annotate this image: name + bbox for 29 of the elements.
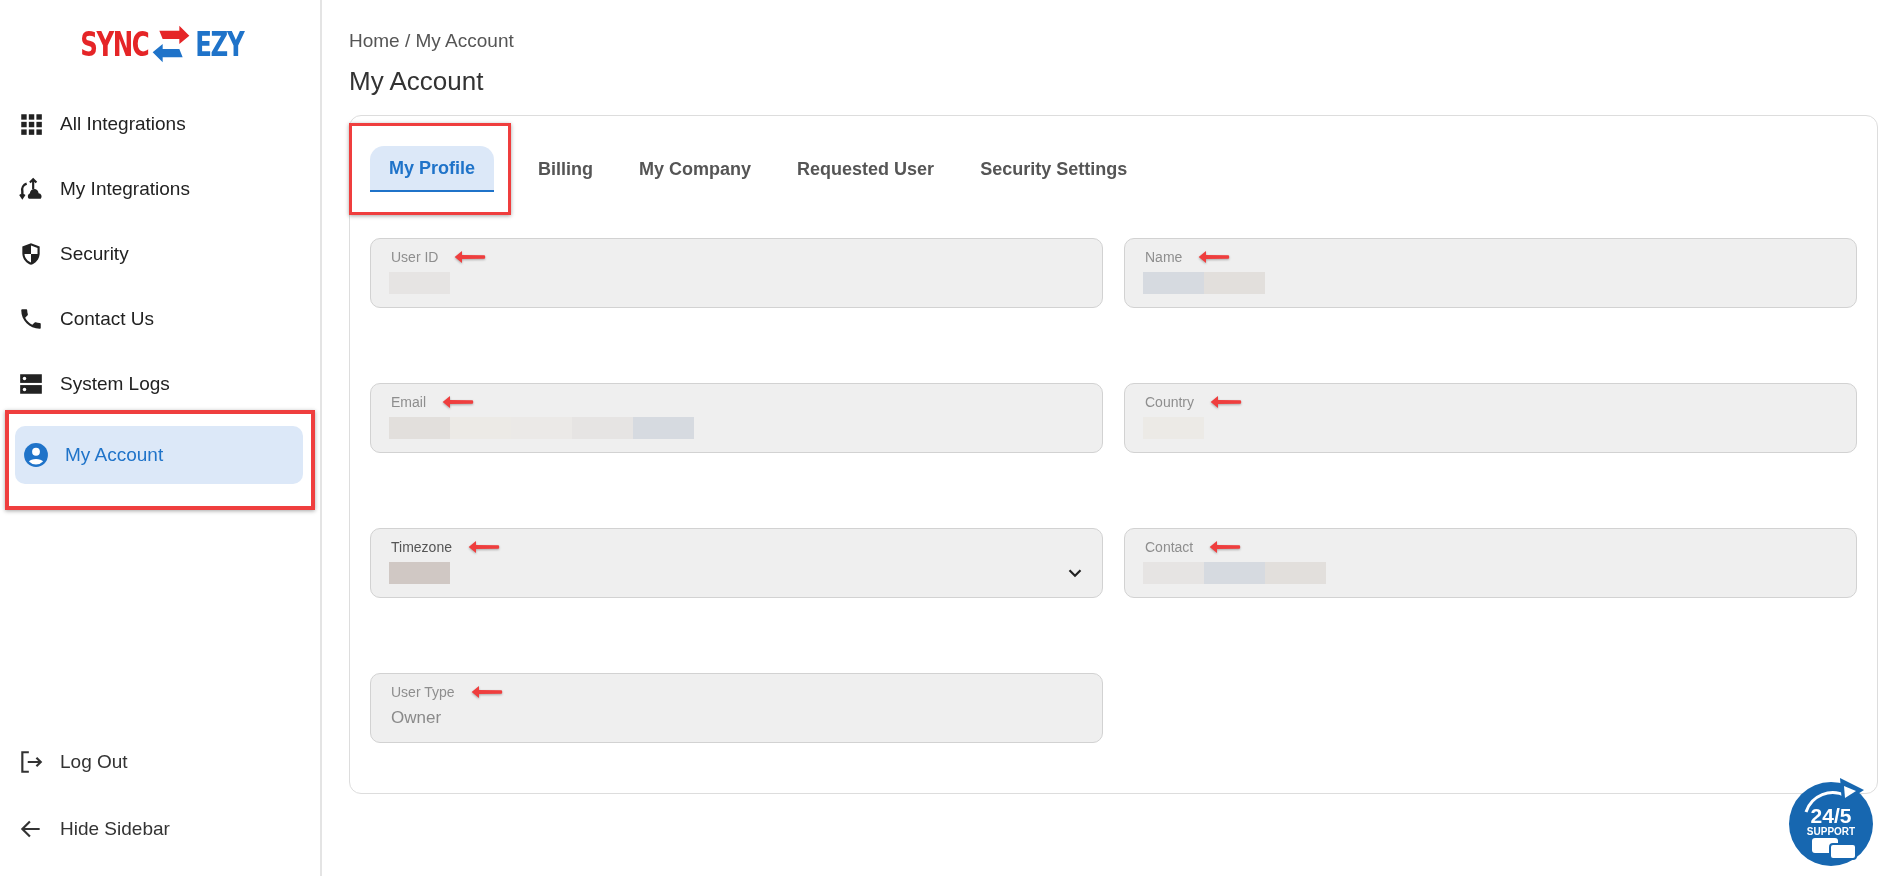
sidebar-item[interactable]: Hide Sidebar (5, 795, 315, 862)
field-label: Country (1145, 394, 1195, 410)
sync-cloud-icon (18, 175, 44, 202)
tab[interactable]: My Company (620, 146, 771, 192)
sidebar-item[interactable]: My Integrations (5, 156, 315, 221)
tab[interactable]: Billing (519, 146, 613, 192)
sidebar-item[interactable]: Contact Us (5, 286, 315, 351)
sidebar-item[interactable]: All Integrations (5, 91, 315, 156)
breadcrumb: Home / My Account (349, 30, 515, 52)
sidebar-item[interactable]: Security (5, 221, 315, 286)
field-label: Contact (1145, 539, 1194, 555)
field-label: Email (391, 394, 426, 410)
field-label: Name (1145, 249, 1183, 265)
tab[interactable]: Requested User (778, 146, 954, 192)
logo-text: EZY (195, 24, 244, 64)
tab[interactable]: My Profile (370, 146, 495, 192)
logout-icon (18, 748, 44, 775)
sidebar-item[interactable]: System Logs (5, 351, 315, 416)
field-label: User Type (391, 684, 455, 700)
select-field[interactable]: Timezone (370, 528, 1103, 598)
field-value: Owner (391, 708, 442, 728)
field-label: User ID (391, 249, 439, 265)
user-icon (23, 442, 49, 468)
field-label: Timezone (391, 539, 452, 555)
sidebar-item[interactable]: Log Out (5, 728, 315, 795)
sidebar-item[interactable]: My Account (15, 426, 303, 484)
tab[interactable]: Security Settings (961, 146, 1147, 192)
page-title: My Account (349, 66, 485, 97)
logo-text: SYNC (80, 24, 149, 64)
